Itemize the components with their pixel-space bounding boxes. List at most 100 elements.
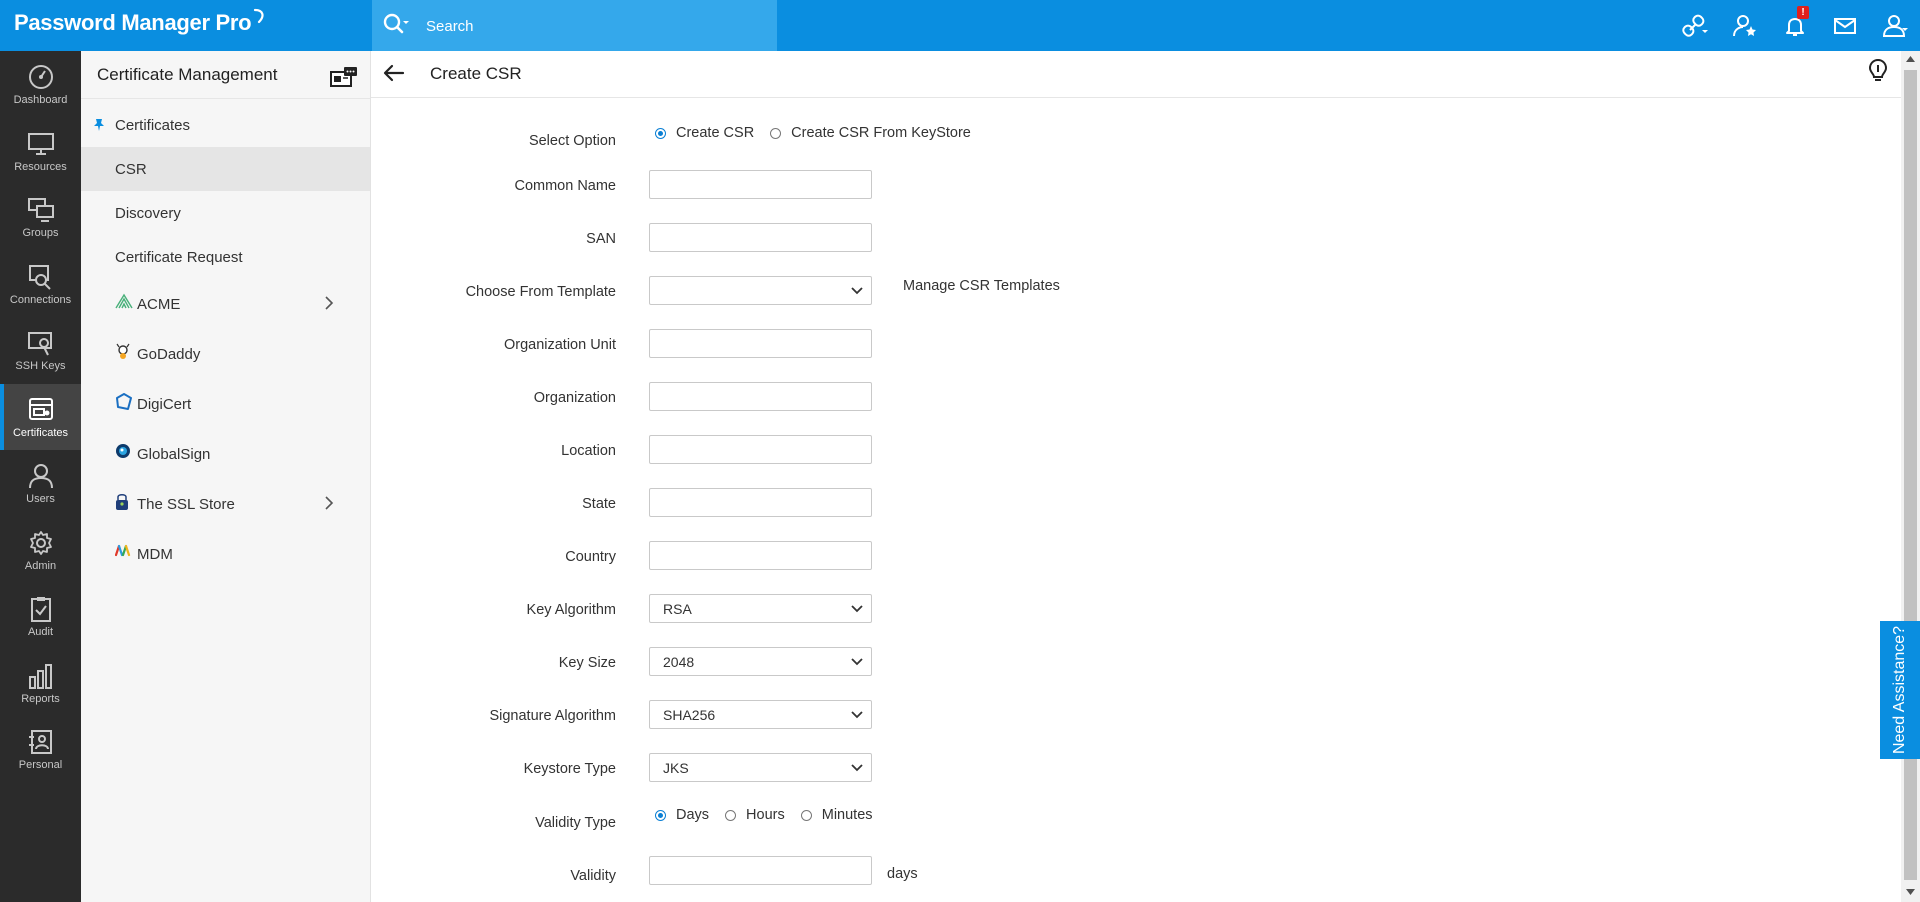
template-select[interactable] [649,276,872,305]
scroll-down-arrow-icon[interactable] [1906,889,1915,895]
bar-chart-icon [27,662,55,690]
location-input[interactable] [649,435,872,464]
need-assistance-tab[interactable]: Need Assistance? [1880,621,1920,759]
validity-input[interactable] [649,856,872,885]
key-size-row: Key Size 2048 [371,647,1371,681]
mdm-icon [115,544,131,557]
sidebar-item-discovery[interactable]: Discovery [81,191,370,235]
nav-item-dashboard[interactable]: Dashboard [0,51,81,118]
sidebar-item-digicert[interactable]: DigiCert [81,379,370,429]
nav-item-connections[interactable]: Connections [0,251,81,318]
signature-algorithm-label: Signature Algorithm [489,708,616,724]
organization-row: Organization [371,382,1371,416]
select-option-label: Select Option [528,133,616,149]
create-csr-from-keystore-radio[interactable]: Create CSR From KeyStore [770,125,971,141]
nav-item-groups[interactable]: Groups [0,184,81,251]
logo-swoosh-icon [254,8,264,24]
app-logo[interactable]: Password Manager Pro [14,8,267,36]
sidebar-item-globalsign[interactable]: GlobalSign [81,429,370,479]
nav-item-admin[interactable]: Admin [0,517,81,584]
scroll-up-arrow-icon[interactable] [1906,56,1915,62]
validity-minutes-radio[interactable]: Minutes [800,807,873,823]
validity-hours-radio[interactable]: Hours [725,807,785,823]
nav-item-audit[interactable]: Audit [0,583,81,650]
nav-label: Users [26,493,55,505]
key-algorithm-row: Key Algorithm RSA [371,594,1371,628]
app-title: Password Manager Pro [14,10,252,35]
dashboard-icon [27,63,55,91]
select-option-row: Select Option Create CSR Create CSR From… [371,125,1371,159]
san-input[interactable] [649,223,872,252]
favorites-star-icon[interactable] [1720,0,1770,51]
chevron-right-icon[interactable] [324,495,334,511]
user-icon [27,462,55,490]
validity-unit: days [887,866,918,882]
chevron-down-icon [851,764,863,772]
chevron-down-icon [851,605,863,613]
notification-badge: ! [1797,6,1809,19]
nav-item-resources[interactable]: Resources [0,118,81,185]
select-option-radio-group: Create CSR Create CSR From KeyStore [655,125,987,141]
connections-link-icon[interactable] [1670,0,1720,51]
sidebar-item-csr[interactable]: CSR [81,147,370,191]
nav-item-certificates[interactable]: Certificates [0,383,81,450]
sidebar-item-label: GoDaddy [137,345,201,363]
page-header: Create CSR [371,51,1901,98]
ssl-store-icon [116,494,128,510]
sidebar-item-label: DigiCert [137,395,192,413]
org-unit-input[interactable] [649,329,872,358]
search-icon[interactable] [382,12,410,38]
validity-row: Validity days [371,856,1371,890]
country-input[interactable] [649,541,872,570]
sidebar-item-the-ssl-store[interactable]: The SSL Store [81,479,370,529]
validity-days-radio[interactable]: Days [655,807,709,823]
nav-item-personal[interactable]: Personal [0,716,81,783]
common-name-row: Common Name [371,170,1371,204]
select-value: JKS [663,760,689,776]
sidebar-item-certificates[interactable]: Certificates [81,103,370,147]
contact-book-icon [27,728,55,756]
sidebar-item-certificate-request[interactable]: Certificate Request [81,235,370,279]
keystore-type-row: Keystore Type JKS [371,753,1371,787]
key-algorithm-select[interactable]: RSA [649,594,872,623]
mail-icon[interactable] [1820,0,1870,51]
key-size-select[interactable]: 2048 [649,647,872,676]
page-title: Create CSR [430,64,522,83]
common-name-input[interactable] [649,170,872,199]
radio-label: Create CSR [676,125,755,141]
nav-item-users[interactable]: Users [0,450,81,517]
nav-label: Dashboard [13,94,68,106]
sidebar-item-label: ACME [137,295,181,313]
pin-icon[interactable] [93,118,105,132]
nav-item-ssh-keys[interactable]: SSH Keys [0,317,81,384]
nav-label: Audit [27,626,54,638]
state-input[interactable] [649,488,872,517]
radio-label: Hours [746,807,785,823]
sidebar-item-label: MDM [137,545,173,563]
vertical-scrollbar[interactable] [1901,51,1920,902]
validity-type-row: Validity Type Days Hours Minutes [371,807,1371,841]
user-profile-icon[interactable] [1870,0,1920,51]
notifications-bell-icon[interactable]: ! [1770,0,1820,51]
nav-item-reports[interactable]: Reports [0,650,81,717]
certificate-card-icon[interactable] [330,66,358,88]
select-value: SHA256 [663,707,716,723]
validity-label: Validity [570,868,616,884]
radio-label: Days [676,807,710,823]
location-row: Location [371,435,1371,469]
create-csr-radio[interactable]: Create CSR [655,125,754,141]
acme-icon [115,293,133,309]
keystore-type-select[interactable]: JKS [649,753,872,782]
sidebar-item-godaddy[interactable]: GoDaddy [81,329,370,379]
certificate-icon [27,396,55,424]
organization-input[interactable] [649,382,872,411]
lightbulb-icon[interactable] [1867,57,1889,85]
search-input[interactable] [424,13,758,39]
manage-csr-templates-link[interactable]: Manage CSR Templates [903,278,1060,294]
back-arrow-icon[interactable] [383,63,405,83]
certificate-management-sidebar: Certificate Management Certificates CSR … [81,51,371,902]
signature-algorithm-select[interactable]: SHA256 [649,700,872,729]
sidebar-item-mdm[interactable]: MDM [81,529,370,579]
sidebar-item-acme[interactable]: ACME [81,279,370,329]
chevron-right-icon[interactable] [324,295,334,311]
